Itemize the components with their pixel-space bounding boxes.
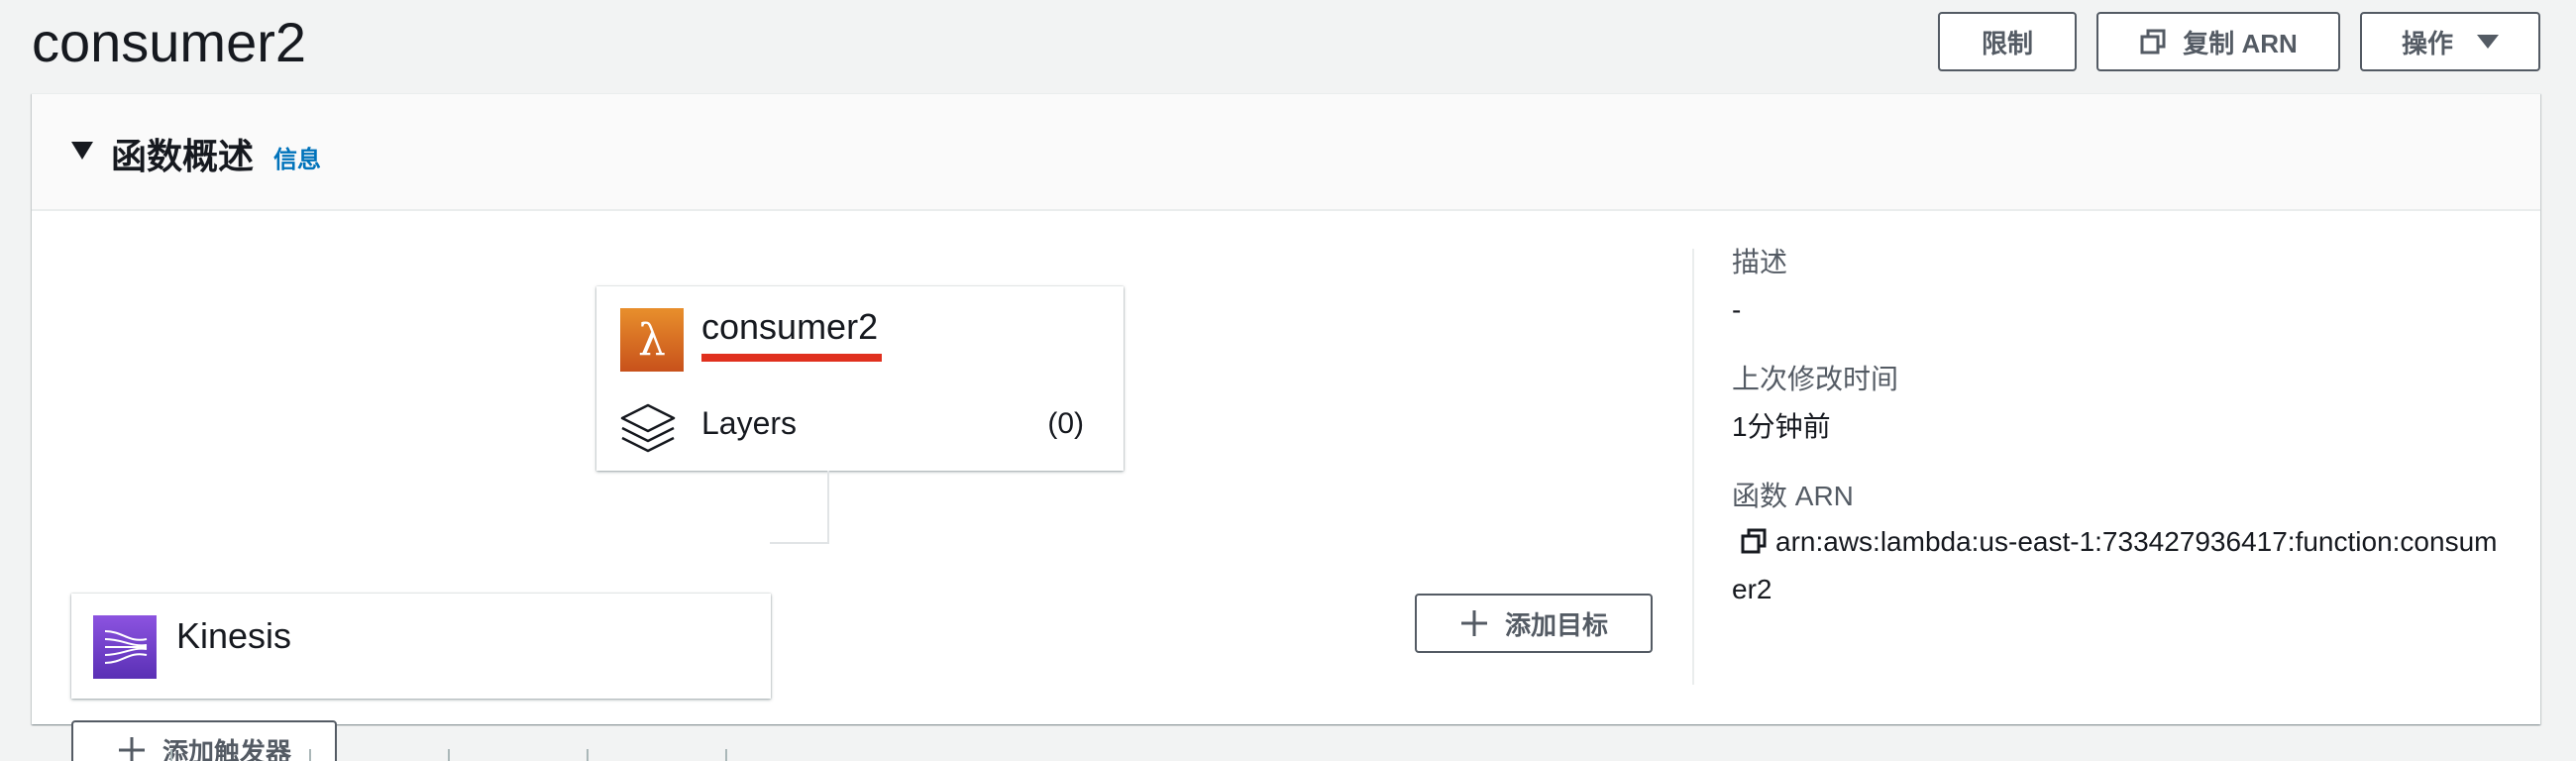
plus-icon xyxy=(1459,608,1489,638)
arn-label: 函数 ARN xyxy=(1732,481,1854,511)
last-modified-value: 1分钟前 xyxy=(1732,411,1831,442)
description-label: 描述 xyxy=(1732,247,1788,277)
lambda-icon: λ xyxy=(620,308,684,372)
trigger-card-kinesis[interactable]: Kinesis xyxy=(71,594,771,699)
page-title: consumer2 xyxy=(32,11,307,73)
section-title: 函数概述 xyxy=(111,136,255,176)
copy-arn-button-label: 复制 ARN xyxy=(2183,28,2298,58)
caret-down-icon xyxy=(2477,35,2499,49)
copy-arn-button[interactable]: 复制 ARN xyxy=(2096,12,2340,71)
description-group: 描述 - xyxy=(1732,243,2505,330)
add-trigger-button[interactable]: 添加触发器 xyxy=(71,720,337,761)
trigger-name: Kinesis xyxy=(176,615,292,656)
info-link[interactable]: 信息 xyxy=(273,140,321,174)
connector-line xyxy=(827,471,829,544)
tab-separator xyxy=(309,749,311,761)
arn-value-row: arn:aws:lambda:us-east-1:733427936417:fu… xyxy=(1732,520,2505,611)
last-modified-group: 上次修改时间 1分钟前 xyxy=(1732,360,2505,447)
function-details: 描述 - 上次修改时间 1分钟前 函数 ARN arn:aws:lambda:u… xyxy=(1732,243,2505,641)
caret-down-icon[interactable] xyxy=(71,142,93,160)
tab-separator xyxy=(448,749,450,761)
header-actions: 限制 复制 ARN 操作 xyxy=(1938,12,2540,71)
description-value: - xyxy=(1732,294,1742,325)
function-diagram: λ consumer2 Layers (0) Kinesis 添加触发器 添加目… xyxy=(32,211,1696,761)
kinesis-icon xyxy=(93,615,157,679)
function-name: consumer2 xyxy=(701,306,879,347)
throttle-button[interactable]: 限制 xyxy=(1938,12,2077,71)
arn-group: 函数 ARN arn:aws:lambda:us-east-1:73342793… xyxy=(1732,477,2505,611)
plus-icon xyxy=(117,735,147,761)
function-overview-panel: 函数概述 信息 λ consumer2 Layers (0) Kinesis 添… xyxy=(32,93,2540,761)
add-destination-button[interactable]: 添加目标 xyxy=(1415,594,1653,653)
last-modified-label: 上次修改时间 xyxy=(1732,364,1899,394)
tab-separator xyxy=(170,749,172,761)
page: consumer2 限制 复制 ARN 操作 函数概述 信息 λ consume… xyxy=(0,0,2576,761)
tab-separator xyxy=(587,749,589,761)
layers-label[interactable]: Layers xyxy=(701,405,797,442)
panel-header[interactable]: 函数概述 信息 xyxy=(32,94,2540,211)
copy-icon[interactable] xyxy=(1740,524,1768,568)
function-name-highlight xyxy=(701,354,882,362)
tab-separator xyxy=(725,749,727,761)
add-destination-label: 添加目标 xyxy=(1504,609,1608,640)
actions-button-label: 操作 xyxy=(2401,28,2453,58)
actions-dropdown-button[interactable]: 操作 xyxy=(2360,12,2540,71)
vertical-divider xyxy=(1692,249,1694,685)
connector-line xyxy=(770,542,829,544)
add-trigger-label: 添加触发器 xyxy=(161,736,291,761)
throttle-button-label: 限制 xyxy=(1981,28,2033,58)
copy-icon xyxy=(2139,28,2167,55)
layers-icon xyxy=(618,401,678,457)
layers-count: (0) xyxy=(1047,407,1084,440)
function-card[interactable]: λ consumer2 Layers (0) xyxy=(596,286,1124,471)
arn-value: arn:aws:lambda:us-east-1:733427936417:fu… xyxy=(1732,526,2498,604)
